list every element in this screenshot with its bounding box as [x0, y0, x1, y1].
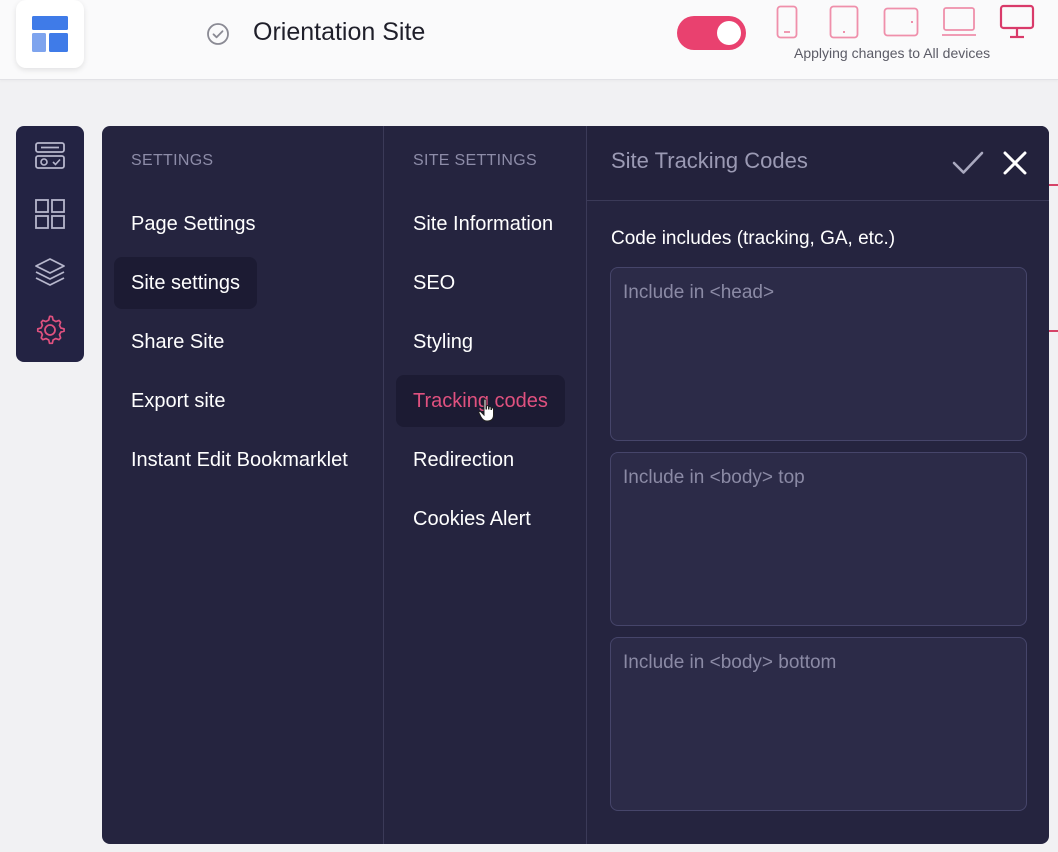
menu-item-label: Redirection — [413, 448, 515, 471]
grid-icon — [35, 199, 65, 229]
code-includes-label: Code includes (tracking, GA, etc.) — [611, 228, 896, 249]
desktop-icon — [999, 4, 1035, 39]
menu-item-label: Page Settings — [131, 212, 256, 235]
menu-seo[interactable]: SEO — [396, 257, 472, 309]
rail-settings-button[interactable] — [32, 312, 68, 348]
body-top-code-input[interactable] — [610, 452, 1027, 626]
settings-icon — [36, 315, 65, 345]
settings-panel: SETTINGS Page Settings Site settings Sha… — [102, 126, 1049, 844]
tracking-panel-header: Site Tracking Codes — [587, 126, 1049, 201]
site-title: Orientation Site — [253, 18, 426, 46]
menu-styling[interactable]: Styling — [396, 316, 490, 368]
tracking-codes-panel: Site Tracking Codes Code includes (track… — [587, 126, 1049, 844]
site-settings-heading: SITE SETTINGS — [413, 152, 537, 169]
tablet-landscape-icon — [883, 7, 919, 37]
all-devices-toggle[interactable] — [677, 16, 746, 50]
device-desktop-button[interactable] — [998, 4, 1036, 40]
settings-menu: SETTINGS Page Settings Site settings Sha… — [102, 126, 384, 844]
close-icon[interactable] — [1001, 148, 1029, 178]
published-check-icon — [207, 23, 229, 45]
rail-grid-button[interactable] — [32, 196, 68, 232]
app-logo-button[interactable] — [16, 0, 84, 68]
tool-rail — [16, 126, 84, 362]
menu-cookies-alert[interactable]: Cookies Alert — [396, 493, 548, 545]
rail-layers-button[interactable] — [32, 254, 68, 290]
apply-changes-text: Applying changes to All devices — [794, 45, 991, 61]
laptop-icon — [942, 7, 976, 36]
device-mobile-button[interactable] — [774, 4, 800, 40]
site-settings-menu: SITE SETTINGS Site Information SEO Styli… — [384, 126, 587, 844]
toggle-knob — [717, 21, 741, 45]
menu-item-label: SEO — [413, 271, 456, 294]
menu-item-label: Site settings — [131, 271, 240, 294]
layers-icon — [35, 258, 65, 286]
menu-item-label: Instant Edit Bookmarklet — [131, 448, 348, 471]
rail-widgets-button[interactable] — [32, 138, 68, 174]
settings-heading: SETTINGS — [131, 152, 214, 169]
menu-share-site[interactable]: Share Site — [114, 316, 241, 368]
head-code-input[interactable] — [610, 267, 1027, 441]
mobile-icon — [776, 5, 798, 39]
app-logo-icon — [32, 16, 68, 52]
tracking-panel-title: Site Tracking Codes — [611, 148, 808, 173]
menu-site-information[interactable]: Site Information — [396, 198, 570, 250]
menu-instant-edit-bookmarklet[interactable]: Instant Edit Bookmarklet — [114, 434, 365, 486]
top-bar: Orientation Site Applying changes to All… — [0, 0, 1058, 80]
menu-export-site[interactable]: Export site — [114, 375, 242, 427]
save-check-icon[interactable] — [951, 148, 985, 178]
body-bottom-code-input[interactable] — [610, 637, 1027, 811]
device-laptop-button[interactable] — [940, 4, 978, 40]
menu-item-label: Export site — [131, 389, 226, 412]
widgets-icon — [35, 142, 65, 169]
menu-page-settings[interactable]: Page Settings — [114, 198, 273, 250]
menu-item-label: Styling — [413, 330, 474, 353]
device-tablet-landscape-button[interactable] — [882, 4, 920, 40]
menu-redirection[interactable]: Redirection — [396, 434, 531, 486]
hand-cursor-icon — [478, 398, 494, 422]
tablet-portrait-icon — [829, 5, 859, 39]
menu-site-settings[interactable]: Site settings — [114, 257, 257, 309]
menu-item-label: Site Information — [413, 212, 554, 235]
menu-item-label: Share Site — [131, 330, 225, 353]
device-tablet-portrait-button[interactable] — [827, 4, 861, 40]
menu-item-label: Cookies Alert — [413, 507, 531, 530]
